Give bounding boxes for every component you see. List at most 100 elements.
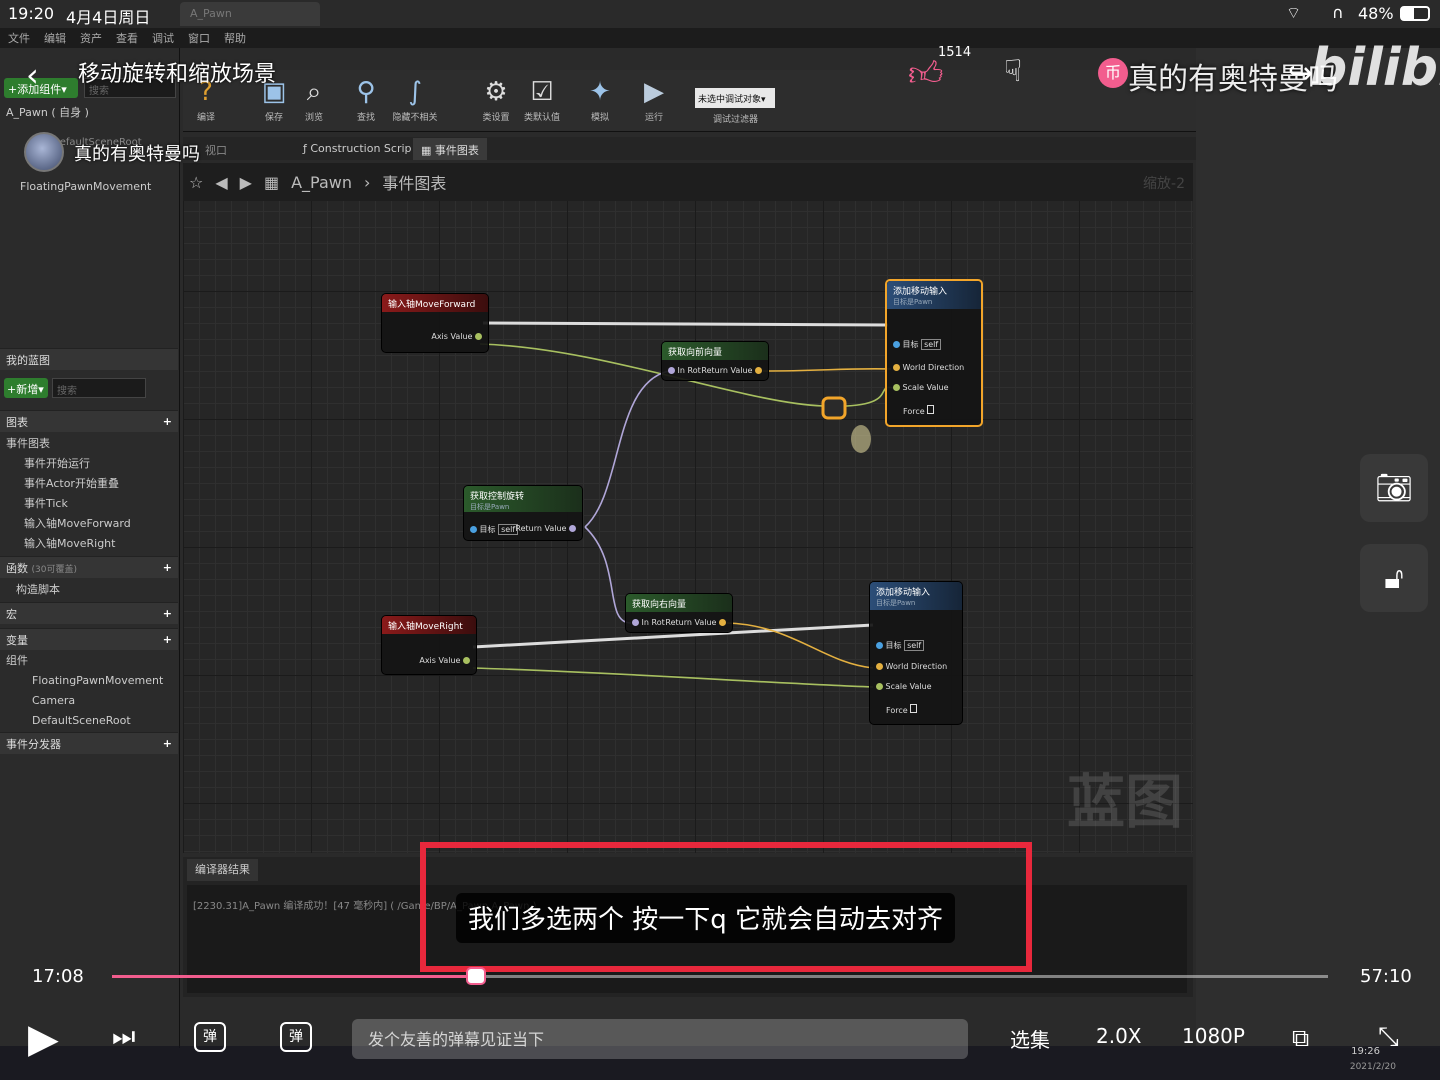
lock-button[interactable]: 🔓︎ bbox=[1360, 544, 1428, 612]
browse-icon: ⌕ bbox=[306, 76, 322, 107]
pin-add-world-dir: World Direction bbox=[893, 363, 964, 372]
blueprint-search-input: 搜索 bbox=[52, 378, 146, 398]
pin-label: World Direction bbox=[902, 363, 965, 372]
back-icon[interactable]: ‹ bbox=[26, 56, 39, 94]
class-defaults-tool: ☑ 类默认值 bbox=[519, 76, 565, 123]
pin-add2-scale: Scale Value bbox=[876, 682, 932, 691]
components-group: 组件 bbox=[6, 654, 28, 667]
macros-section: 宏 + bbox=[0, 602, 178, 624]
bilibili-logo: bilibili bbox=[1310, 38, 1440, 98]
pin-right-inrot: In Rot bbox=[632, 618, 665, 627]
menu-debug: 调试 bbox=[152, 32, 174, 45]
thumbs-up-icon[interactable]: 👍︎ bbox=[908, 54, 944, 95]
camera-icon: 📷︎ bbox=[1374, 470, 1414, 506]
node-right-title: 获取向右向量 bbox=[626, 594, 732, 612]
node-add-title: 添加移动输入 目标是Pawn bbox=[887, 281, 981, 309]
pin-label: World Direction bbox=[885, 662, 948, 671]
graph-icon: ▦ bbox=[421, 144, 435, 157]
macros-label: 宏 bbox=[6, 607, 17, 621]
speed-button[interactable]: 2.0X bbox=[1096, 1024, 1142, 1048]
variables-section: 变量 + bbox=[0, 628, 178, 650]
pip-icon[interactable]: ⧉ bbox=[1292, 1024, 1309, 1052]
danmaku-input[interactable] bbox=[352, 1019, 968, 1059]
debug-object-select: 未选中调试对象▾ bbox=[695, 88, 775, 108]
play-button[interactable]: ▶ bbox=[28, 1016, 59, 1062]
screenshot-button[interactable]: 📷︎ bbox=[1360, 454, 1428, 522]
exit-fullscreen-icon[interactable]: ⤡ bbox=[1378, 1022, 1399, 1053]
status-date: 4月4日周日 bbox=[66, 8, 151, 27]
pin-moveforward-axis: Axis Value bbox=[431, 332, 482, 341]
construction-script-item: 构造脚本 bbox=[16, 583, 60, 596]
pin-add-force: Force bbox=[903, 405, 935, 416]
pin-add-scale: Scale Value bbox=[893, 383, 949, 392]
coin-icon[interactable]: 币 bbox=[1098, 58, 1128, 88]
pin-label: 目标 bbox=[885, 641, 902, 650]
video-title: 移动旋转和缩放场景 bbox=[78, 62, 277, 87]
taskbar-time: 19:26 bbox=[1351, 1046, 1380, 1057]
danmaku-settings-button[interactable]: 弹 bbox=[280, 1022, 312, 1052]
blueprint-watermark: 蓝图 bbox=[1066, 768, 1183, 836]
status-time: 19:20 bbox=[8, 4, 55, 23]
uploader-name[interactable]: 真的有奥特曼吗 bbox=[74, 140, 200, 166]
pin-label: Scale Value bbox=[902, 383, 949, 392]
node-rotation-subtitle: 目标是Pawn bbox=[470, 503, 510, 511]
pin-label: In Rot bbox=[677, 366, 701, 375]
add-graph-icon: + bbox=[162, 415, 172, 428]
hide-unrelated-label: 隐藏不相关 bbox=[392, 113, 438, 123]
progress-fill bbox=[112, 975, 477, 978]
object-pin-icon bbox=[470, 526, 477, 533]
battery-icon bbox=[1400, 6, 1430, 21]
pin-label: Force bbox=[903, 407, 925, 416]
pin-label: Force bbox=[886, 706, 908, 715]
menu-view: 查看 bbox=[116, 32, 138, 45]
hide-unrelated-icon: ∫ bbox=[408, 77, 422, 107]
event-graph-item: 事件图表 bbox=[6, 437, 50, 450]
add-dispatcher-icon: + bbox=[162, 737, 172, 750]
thumbs-down-icon[interactable]: ☟ bbox=[1004, 54, 1022, 89]
object-pin-icon bbox=[893, 341, 900, 348]
event-move-forward: 输入轴MoveForward bbox=[24, 517, 131, 530]
mouse-cursor-highlight bbox=[851, 425, 871, 453]
ue-left-panel: +添加组件▾ 搜索 A_Pawn ( 自身 ) DefaultSceneRoot… bbox=[0, 48, 180, 1048]
node-add-subtitle: 目标是Pawn bbox=[893, 298, 933, 306]
node-get-control-rotation: 获取控制旋转 目标是Pawn 目标 self Return Value bbox=[463, 485, 583, 541]
wifi-icon: ⌔ bbox=[1286, 3, 1302, 22]
episodes-button[interactable]: 选集 bbox=[1010, 1024, 1050, 1053]
pin-label: In Rot bbox=[641, 618, 665, 627]
node-add2-title-text: 添加移动输入 bbox=[876, 588, 931, 598]
var-camera: Camera bbox=[32, 693, 76, 707]
node-forward-title: 获取向前向量 bbox=[662, 342, 768, 360]
self-item: A_Pawn ( 自身 ) bbox=[6, 106, 89, 119]
node-get-right-vector: 获取向右向量 In Rot Return Value bbox=[625, 593, 733, 633]
checkbox-icon bbox=[910, 704, 918, 713]
node-rotation-title-text: 获取控制旋转 bbox=[470, 492, 525, 502]
tab-event-graph-label: 事件图表 bbox=[434, 144, 479, 157]
pin-add2-world-dir: World Direction bbox=[876, 662, 947, 671]
find-tool: ⚲ 查找 bbox=[343, 76, 389, 123]
pin-add2-force: Force bbox=[886, 704, 918, 715]
danmaku-toggle-button[interactable]: 弹 bbox=[194, 1022, 226, 1052]
class-defaults-label: 类默认值 bbox=[523, 113, 560, 123]
next-episode-button[interactable]: ⏭︎ bbox=[112, 1022, 135, 1053]
quality-button[interactable]: 1080P bbox=[1182, 1024, 1245, 1048]
simulate-tool: ✦ 模拟 bbox=[577, 76, 623, 123]
node-add2-title: 添加移动输入 目标是Pawn bbox=[870, 582, 962, 610]
tab-construction-script: ƒ Construction Scrip bbox=[303, 142, 412, 155]
graphs-section: 图表 + bbox=[0, 410, 178, 432]
rotator-pin-icon bbox=[632, 619, 639, 626]
float-pin-icon bbox=[463, 657, 470, 664]
browse-label: 浏览 bbox=[304, 113, 323, 123]
find-label: 查找 bbox=[356, 113, 375, 123]
progress-handle[interactable] bbox=[466, 967, 487, 985]
event-begin-play: 事件开始运行 bbox=[24, 457, 90, 470]
axis-wire-right bbox=[472, 667, 874, 688]
float-pin-icon bbox=[475, 333, 482, 340]
progress-bar[interactable] bbox=[112, 967, 1328, 985]
avatar[interactable] bbox=[24, 132, 64, 172]
node-add-movement-input-1: 添加移动输入 目标是Pawn 目标 self World Direction Sc… bbox=[885, 279, 983, 427]
add-variable-icon: + bbox=[162, 633, 172, 646]
compile-label: 编译 bbox=[196, 113, 215, 123]
event-tick: 事件Tick bbox=[24, 497, 68, 510]
pin-add-target: 目标 self bbox=[893, 339, 942, 350]
hide-unrelated-tool: ∫ 隐藏不相关 bbox=[389, 76, 441, 123]
